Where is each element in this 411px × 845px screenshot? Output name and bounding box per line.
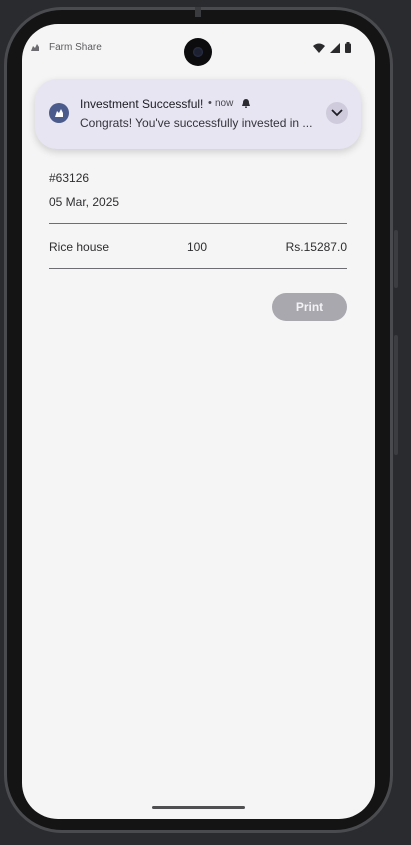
farm-share-icon [55, 109, 63, 117]
signal-icon [330, 42, 340, 53]
print-button[interactable]: Print [272, 293, 347, 321]
status-indicators [313, 42, 351, 53]
status-app-name: Farm Share [49, 42, 102, 53]
home-indicator[interactable] [152, 806, 245, 809]
item-price: Rs.15287.0 [285, 240, 347, 254]
device-stage: Farm Share Investment Successful! • now … [0, 0, 411, 845]
notification-card[interactable]: Investment Successful! • now Congrats! Y… [35, 79, 361, 149]
divider-top [49, 223, 347, 224]
notification-app-icon [49, 103, 69, 123]
notification-separator: • [208, 97, 212, 109]
wifi-icon [313, 43, 325, 53]
notification-body: Congrats! You've successfully invested i… [80, 116, 313, 130]
phone-screen: Farm Share Investment Successful! • now … [22, 24, 375, 819]
notification-title: Investment Successful! [80, 97, 204, 111]
chevron-down-icon [331, 109, 343, 117]
order-id: #63126 [49, 171, 90, 185]
notification-time: now [215, 98, 234, 109]
frame-seam [195, 7, 201, 17]
front-camera [184, 38, 212, 66]
battery-icon [345, 42, 351, 53]
farm-share-icon [31, 44, 39, 51]
notification-expand-button[interactable] [326, 102, 348, 124]
status-bar: Farm Share [22, 24, 375, 70]
divider-bottom [49, 268, 347, 269]
order-date: 05 Mar, 2025 [49, 195, 120, 209]
volume-button [394, 230, 398, 288]
item-quantity: 100 [187, 240, 208, 254]
table-row: Rice house 100 Rs.15287.0 [49, 240, 347, 256]
bell-icon [242, 99, 250, 108]
power-button [394, 335, 398, 455]
item-name: Rice house [49, 240, 110, 254]
